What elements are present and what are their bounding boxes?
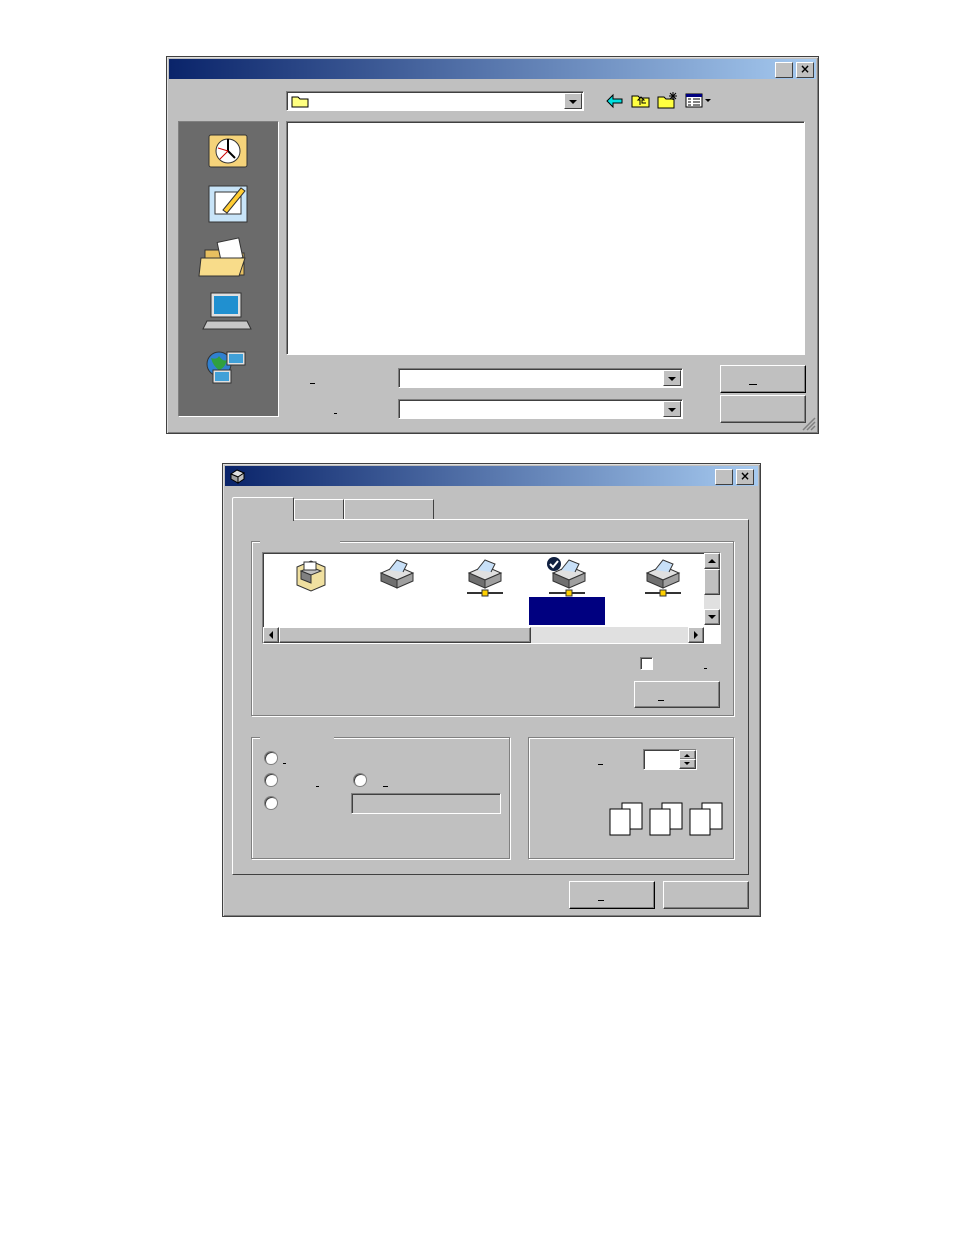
close-icon: ×	[799, 62, 811, 76]
scroll-up-button[interactable]	[704, 553, 720, 569]
tab-third[interactable]	[344, 499, 434, 519]
back-arrow-icon[interactable]	[605, 93, 625, 109]
range-all-radio[interactable]	[264, 751, 278, 765]
print-button-mnemonic	[598, 900, 604, 901]
folder-icon	[291, 96, 309, 108]
scroll-right-button[interactable]	[688, 627, 704, 643]
view-menu-icon[interactable]	[685, 93, 713, 109]
add-printer-icon	[296, 560, 326, 592]
printer-item[interactable]	[455, 557, 515, 607]
file-name-mnemonic	[310, 383, 315, 384]
look-in-dropdown-arrow[interactable]	[564, 93, 582, 109]
tab-second[interactable]	[294, 499, 344, 519]
network-printer-icon	[467, 559, 503, 597]
arrow-up-icon	[708, 559, 716, 563]
copies-down-button[interactable]	[679, 759, 696, 769]
selected-printer-highlight	[529, 597, 605, 625]
find-printer-mnemonic	[658, 700, 664, 701]
copies-mnemonic	[598, 764, 603, 765]
collate-pages-icon	[609, 802, 723, 836]
file-type-dropdown-arrow[interactable]	[663, 401, 681, 417]
resize-grip-icon[interactable]	[802, 417, 816, 431]
copies-spinner[interactable]	[643, 749, 697, 770]
open-dialog-titlebar[interactable]: ×	[169, 59, 816, 79]
print-help-button[interactable]	[715, 469, 733, 485]
my-documents-icon[interactable]	[179, 234, 279, 284]
my-computer-icon[interactable]	[179, 288, 279, 338]
pages-input[interactable]	[351, 793, 501, 814]
scroll-down-button[interactable]	[704, 609, 720, 625]
places-bar	[178, 121, 279, 417]
network-printer-icon	[645, 559, 681, 597]
range-all-mnemonic	[283, 763, 286, 764]
scroll-left-button[interactable]	[263, 627, 279, 643]
printer-item[interactable]	[367, 557, 427, 607]
print-dialog: ×	[222, 463, 761, 917]
open-file-dialog: ×	[166, 56, 819, 434]
new-folder-icon[interactable]	[657, 91, 679, 109]
h-scroll-thumb[interactable]	[279, 627, 531, 643]
printer-title-icon	[229, 469, 246, 484]
range-current-mnemonic	[383, 786, 388, 787]
arrow-down-icon	[708, 615, 716, 619]
file-type-mnemonic	[334, 413, 337, 414]
printer-icon	[379, 559, 415, 589]
copies-group	[528, 737, 734, 859]
network-places-icon[interactable]	[179, 342, 279, 392]
tab-general[interactable]	[232, 497, 294, 521]
print-close-button[interactable]: ×	[736, 469, 754, 485]
range-current-radio[interactable]	[353, 773, 367, 787]
page-range-group-label	[260, 730, 334, 742]
print-cancel-button[interactable]	[663, 881, 749, 909]
look-in-combo[interactable]	[286, 91, 584, 111]
range-selection-mnemonic	[316, 786, 319, 787]
scroll-thumb[interactable]	[704, 569, 720, 595]
file-name-dropdown-arrow[interactable]	[663, 370, 681, 386]
arrow-right-icon	[694, 631, 698, 639]
find-printer-button[interactable]	[634, 681, 720, 708]
desktop-icon[interactable]	[179, 180, 279, 230]
horizontal-scrollbar[interactable]	[263, 627, 704, 643]
open-ok-button[interactable]	[720, 365, 806, 393]
spin-up-icon	[684, 754, 690, 757]
spin-down-icon	[684, 762, 690, 765]
history-icon[interactable]	[179, 126, 279, 176]
print-button[interactable]	[569, 881, 655, 909]
select-printer-group-label	[260, 534, 340, 546]
printer-item-selected[interactable]	[529, 555, 605, 625]
file-name-combo[interactable]	[398, 368, 683, 388]
close-button[interactable]: ×	[796, 62, 814, 78]
print-to-file-mnemonic	[704, 668, 707, 669]
file-type-combo[interactable]	[398, 399, 683, 419]
printer-list[interactable]	[262, 552, 721, 644]
vertical-scrollbar[interactable]	[704, 553, 720, 625]
default-printer-icon	[547, 557, 587, 597]
printer-item[interactable]	[633, 557, 693, 607]
print-dialog-titlebar[interactable]: ×	[225, 466, 758, 486]
close-icon: ×	[739, 469, 751, 483]
range-pages-radio[interactable]	[264, 796, 278, 810]
open-cancel-button[interactable]	[720, 395, 806, 423]
print-to-file-checkbox[interactable]	[640, 657, 653, 670]
help-button[interactable]	[775, 62, 793, 78]
arrow-left-icon	[269, 631, 273, 639]
printer-item[interactable]	[281, 557, 341, 607]
file-list[interactable]	[286, 121, 805, 355]
up-folder-icon[interactable]	[631, 93, 651, 109]
open-ok-mnemonic	[749, 384, 757, 385]
range-selection-radio[interactable]	[264, 773, 278, 787]
